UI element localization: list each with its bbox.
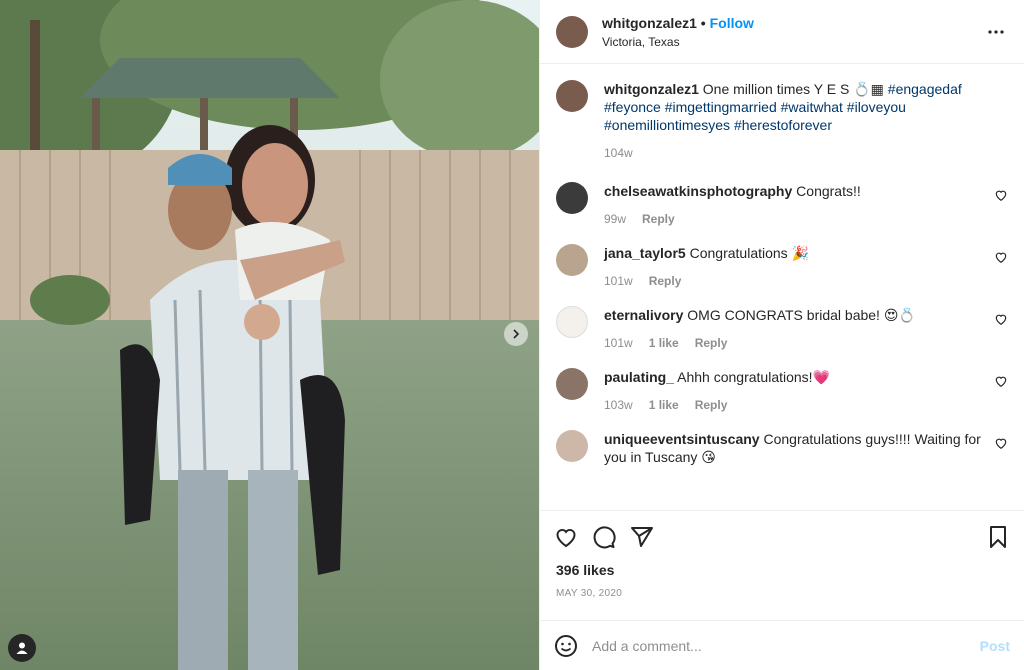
avatar[interactable] [556,80,588,112]
likes-count[interactable]: 396 likes [540,562,1024,582]
reply-button[interactable]: Reply [695,396,728,414]
reply-button[interactable]: Reply [642,210,675,228]
comment-item: chelseawatkinsphotography Congrats!! 99w… [556,182,1008,228]
comment-username[interactable]: chelseawatkinsphotography [604,183,792,199]
avatar[interactable] [556,368,588,400]
emoji-icon[interactable] [554,634,578,658]
avatar[interactable] [556,182,588,214]
follow-button[interactable]: Follow [710,15,754,31]
comment-likes[interactable]: 1 like [649,396,679,414]
action-bar [540,510,1024,562]
user-icon [16,642,28,654]
avatar[interactable] [556,430,588,462]
comment-age[interactable]: 101w [604,334,633,352]
comment-age[interactable]: 103w [604,396,633,414]
heart-icon[interactable] [554,525,578,549]
caption: whitgonzalez1 One million times Y E S 💍▦… [556,80,1008,162]
heart-icon[interactable] [994,312,1008,326]
reply-button[interactable]: Reply [695,334,728,352]
comment-item: jana_taylor5 Congratulations 🎉 101w Repl… [556,244,1008,290]
username-link[interactable]: whitgonzalez1 [602,15,697,31]
comment-item: uniqueeventsintuscany Congratulations gu… [556,430,1008,466]
comments-list[interactable]: whitgonzalez1 One million times Y E S 💍▦… [540,64,1024,510]
photo-illustration [0,0,539,670]
next-photo-button[interactable] [504,322,528,346]
caption-age[interactable]: 104w [604,144,633,162]
comment-likes[interactable]: 1 like [649,334,679,352]
comment-username[interactable]: paulating_ [604,369,674,385]
more-options-icon [988,29,1004,34]
avatar[interactable] [556,244,588,276]
chevron-right-icon [513,329,520,339]
reply-button[interactable]: Reply [649,272,682,290]
comment-age[interactable]: 99w [604,210,626,228]
comment-text: Congrats!! [796,183,861,199]
post-comment-button[interactable]: Post [980,638,1010,654]
share-icon[interactable] [630,525,654,549]
avatar[interactable] [556,306,588,338]
comment-icon[interactable] [592,525,616,549]
tagged-users-button[interactable] [8,634,36,662]
comment-item: eternalivory OMG CONGRATS bridal babe! 😍… [556,306,1008,352]
comment-item: paulating_ Ahhh congratulations!💗 103w 1… [556,368,1008,414]
instagram-post: whitgonzalez1 • Follow Victoria, Texas w… [0,0,1024,670]
comment-username[interactable]: uniqueeventsintuscany [604,431,760,447]
comment-composer: Add a comment... Post [540,620,1024,670]
avatar[interactable] [556,15,588,48]
comment-text: OMG CONGRATS bridal babe! 😍💍 [687,307,916,323]
heart-icon[interactable] [994,188,1008,202]
comment-username[interactable]: jana_taylor5 [604,245,686,261]
heart-icon[interactable] [994,436,1008,450]
post-date[interactable]: MAY 30, 2020 [540,588,1024,606]
post-side-panel: whitgonzalez1 • Follow Victoria, Texas w… [539,0,1024,670]
separator-dot: • [700,14,706,31]
comment-input[interactable]: Add a comment... [592,638,980,654]
caption-username[interactable]: whitgonzalez1 [604,81,699,97]
location-link[interactable]: Victoria, Texas [602,34,754,50]
heart-icon[interactable] [994,374,1008,388]
comment-age[interactable]: 101w [604,272,633,290]
comment-text: Congratulations 🎉 [689,245,809,261]
bookmark-icon[interactable] [986,525,1010,549]
caption-text: One million times Y E S 💍▦ [702,81,884,97]
post-photo[interactable] [0,0,539,670]
comment-username[interactable]: eternalivory [604,307,683,323]
comment-text: Ahhh congratulations!💗 [677,369,830,385]
header-text: whitgonzalez1 • Follow Victoria, Texas [602,14,754,50]
heart-icon[interactable] [994,250,1008,264]
post-header: whitgonzalez1 • Follow Victoria, Texas [540,0,1024,64]
more-options-button[interactable] [984,20,1008,44]
